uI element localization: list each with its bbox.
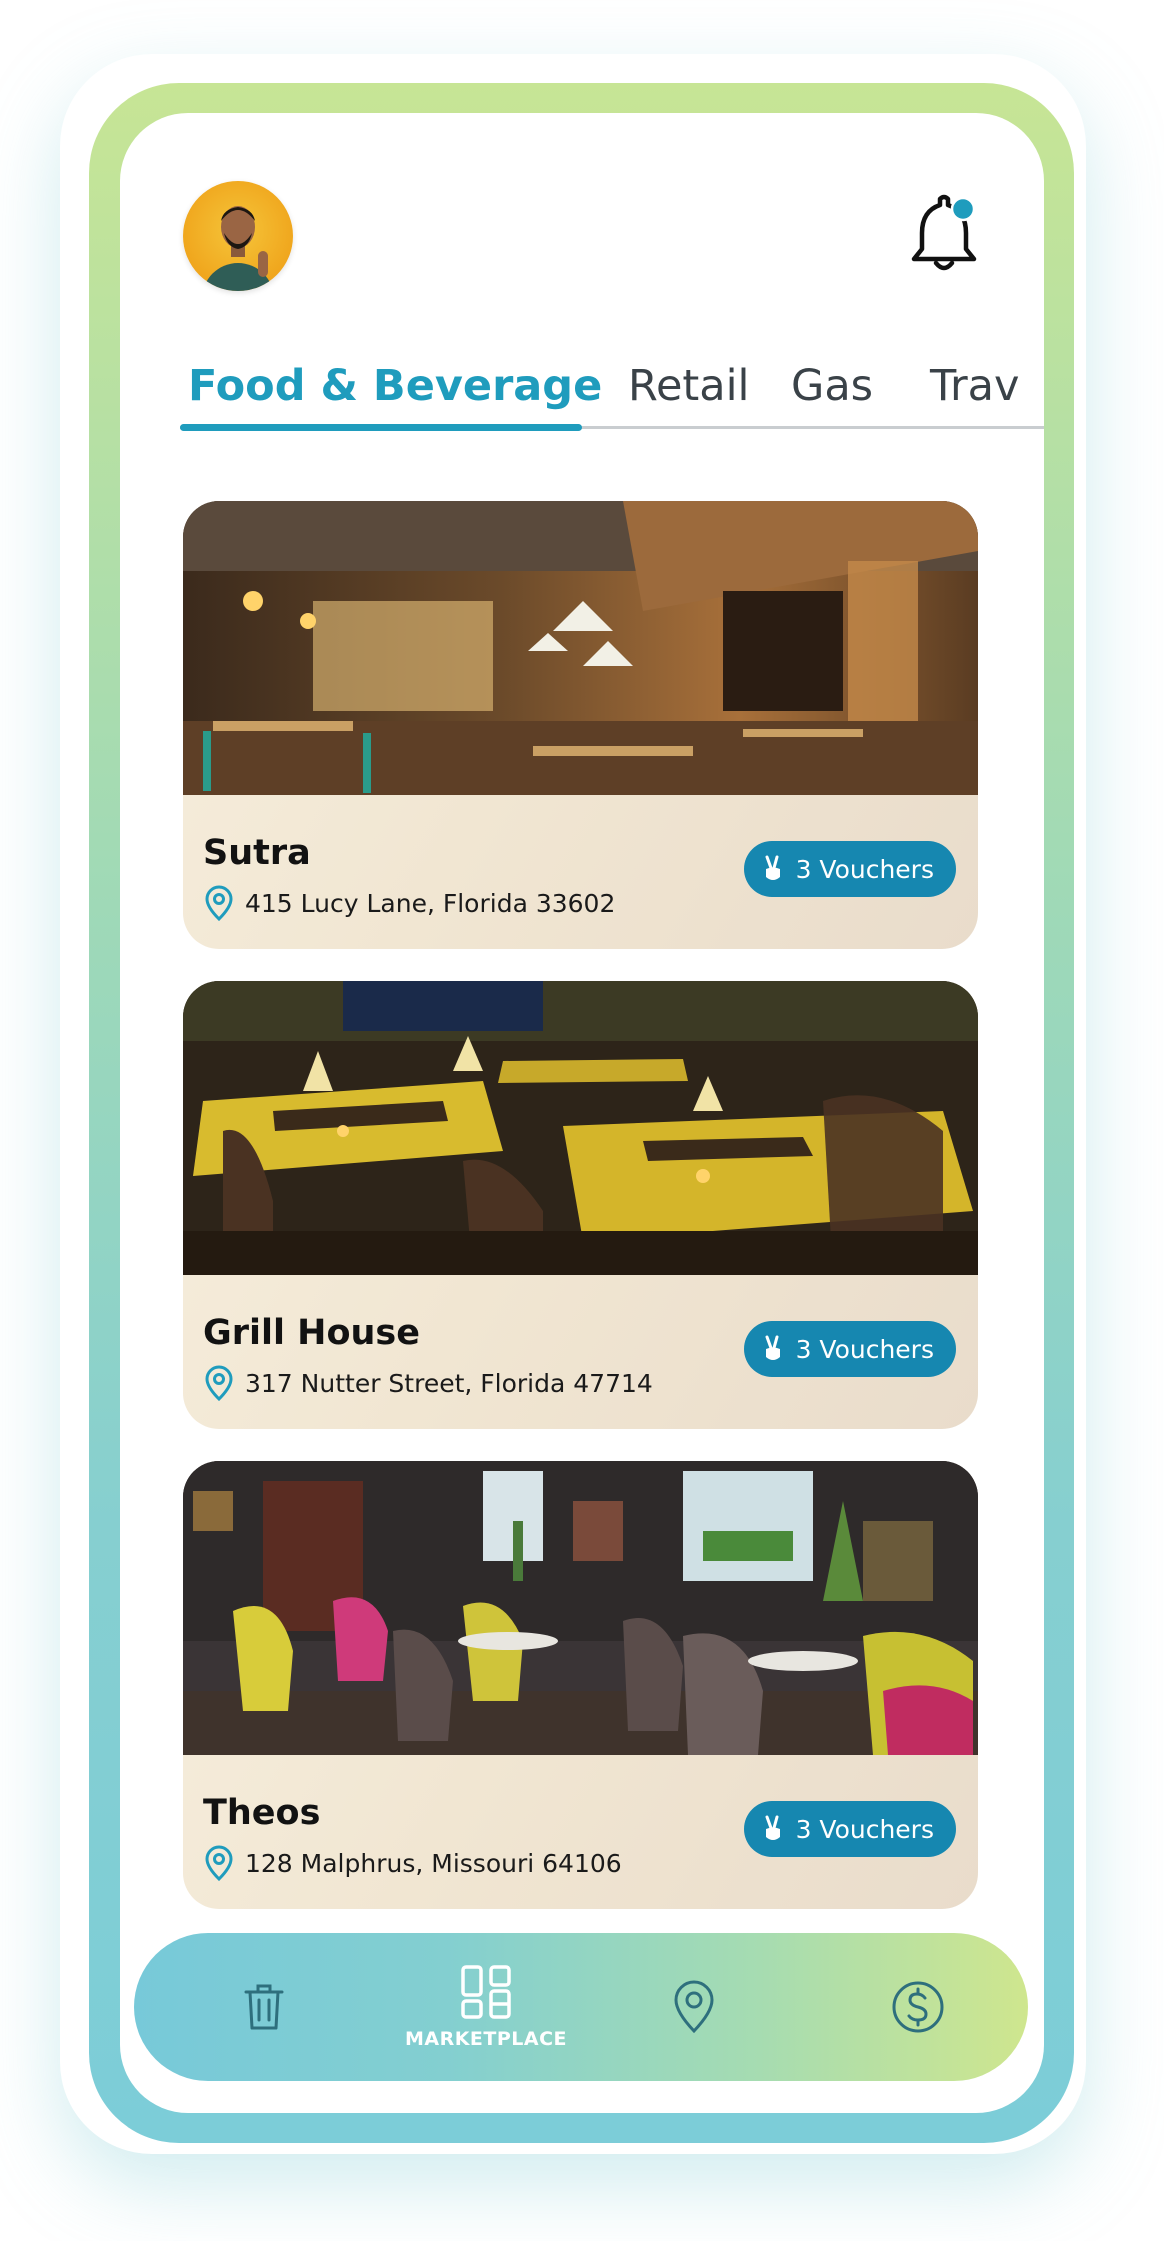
vouchers-label: 3 Vouchers [795, 1334, 934, 1364]
nav-item-trash[interactable] [224, 1933, 304, 2081]
peace-hand-icon [765, 855, 780, 880]
nav-item-marketplace[interactable]: MARKETPLACE [396, 1933, 576, 2081]
active-tab-indicator [180, 424, 582, 431]
location-pin-icon [205, 885, 233, 921]
restaurant-card[interactable]: Sutra 415 Lucy Lane, Florida 33602 3 Vou… [183, 501, 978, 949]
address-text: 317 Nutter Street, Florida 47714 [245, 1368, 653, 1398]
restaurant-name: Sutra [203, 833, 311, 873]
bottom-nav: MARKETPLACE [134, 1933, 1028, 2081]
restaurant-photo [183, 981, 978, 1275]
tab-retail[interactable]: Retail [628, 361, 750, 411]
restaurant-photo [183, 1461, 978, 1755]
address-text: 415 Lucy Lane, Florida 33602 [245, 888, 616, 918]
restaurant-address: 128 Malphrus, Missouri 64106 [203, 1845, 622, 1881]
peace-hand-icon [765, 1815, 780, 1840]
vouchers-label: 3 Vouchers [795, 1814, 934, 1844]
tab-travel[interactable]: Trav [930, 361, 1019, 411]
vouchers-button[interactable]: 3 Vouchers [743, 1801, 956, 1857]
restaurant-address: 317 Nutter Street, Florida 47714 [203, 1365, 653, 1401]
location-pin-icon [674, 1980, 714, 2034]
restaurant-name: Theos [203, 1793, 321, 1833]
avatar[interactable] [183, 181, 293, 291]
nav-item-location[interactable] [654, 1933, 734, 2081]
bell-icon [911, 194, 977, 271]
notification-dot [950, 196, 976, 222]
dollar-icon [892, 1981, 944, 2033]
vouchers-button[interactable]: 3 Vouchers [743, 1321, 956, 1377]
category-tabs: Food & Beverage Retail Gas Trav [120, 333, 1044, 453]
tab-food-beverage[interactable]: Food & Beverage [188, 361, 602, 411]
restaurant-card[interactable]: Theos 128 Malphrus, Missouri 64106 3 Vou… [183, 1461, 978, 1909]
peace-hand-icon [765, 1335, 780, 1360]
restaurant-address: 415 Lucy Lane, Florida 33602 [203, 885, 615, 921]
person-illustration [202, 206, 274, 291]
location-pin-icon [205, 1845, 233, 1881]
address-text: 128 Malphrus, Missouri 64106 [245, 1848, 622, 1878]
trash-icon [244, 1984, 284, 2030]
restaurant-card[interactable]: Grill House 317 Nutter Street, Florida 4… [183, 981, 978, 1429]
restaurant-name: Grill House [203, 1313, 420, 1353]
nav-item-rewards[interactable] [878, 1933, 958, 2081]
vouchers-button[interactable]: 3 Vouchers [743, 841, 956, 897]
notification-bell-button[interactable] [910, 191, 982, 275]
nav-label-marketplace: MARKETPLACE [404, 2028, 568, 2050]
location-pin-icon [205, 1365, 233, 1401]
app-screen: Food & Beverage Retail Gas Trav Sutra 41… [120, 113, 1044, 2113]
restaurant-photo [183, 501, 978, 795]
vouchers-label: 3 Vouchers [795, 854, 934, 884]
grid-icon [461, 1965, 511, 2019]
tab-gas[interactable]: Gas [791, 361, 873, 411]
